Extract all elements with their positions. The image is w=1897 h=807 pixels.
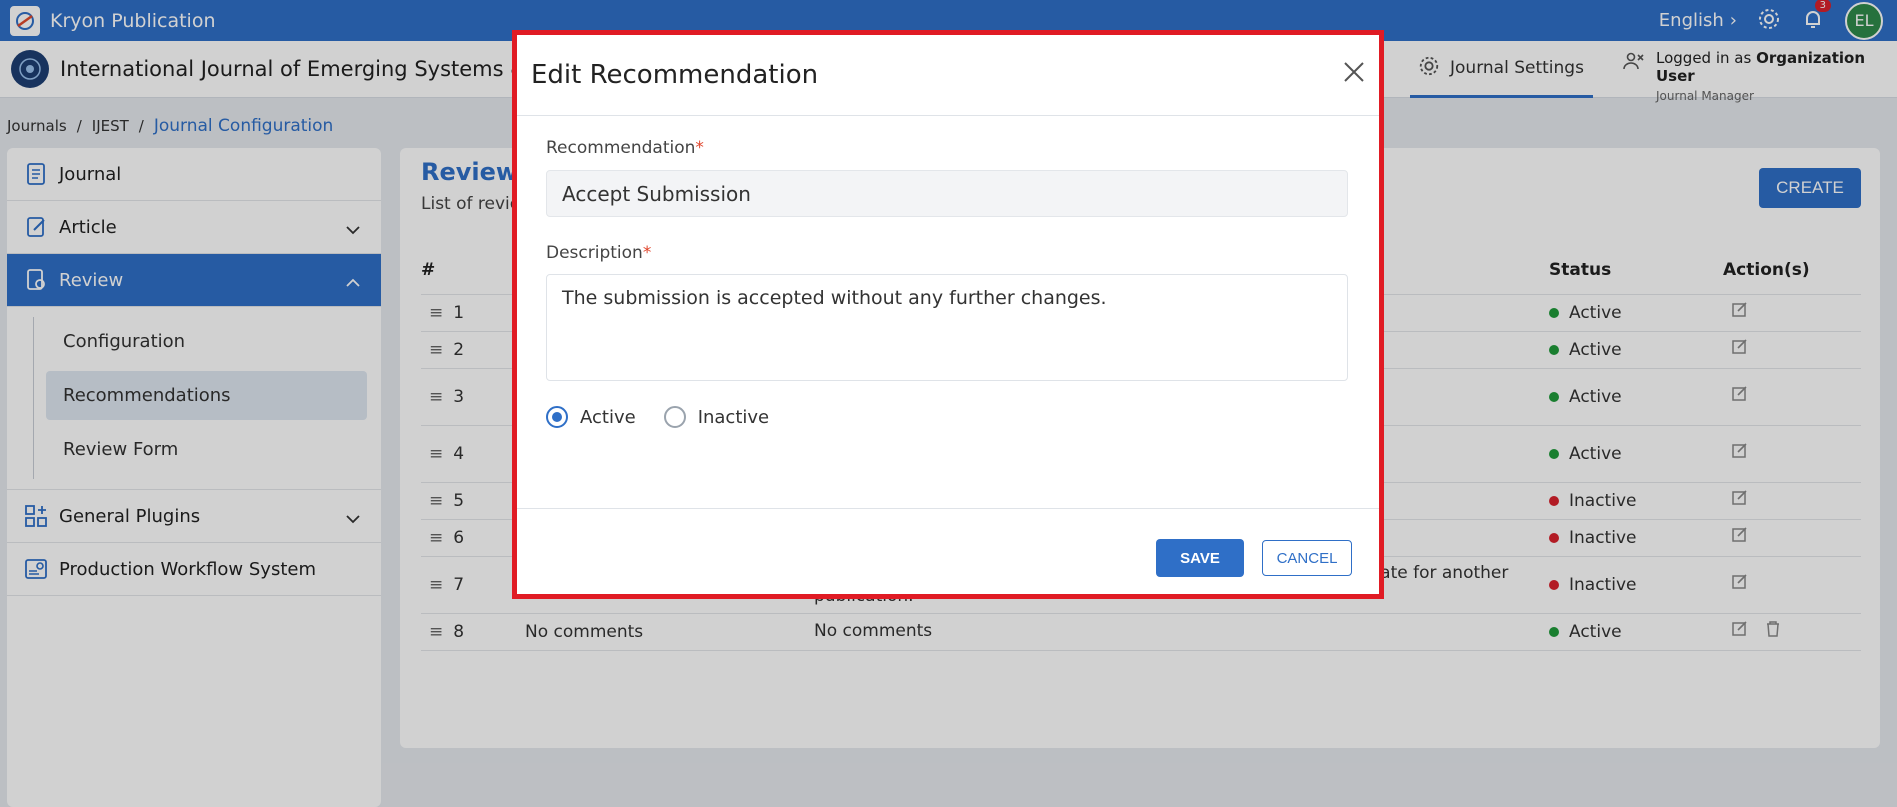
cancel-button[interactable]: CANCEL	[1262, 540, 1352, 576]
active-radio-label[interactable]: Active	[580, 407, 636, 428]
description-textarea[interactable]: The submission is accepted without any f…	[546, 274, 1348, 381]
edit-recommendation-modal: Edit Recommendation Recommendation* Acce…	[512, 30, 1384, 599]
required-mark: *	[695, 138, 704, 158]
modal-header: Edit Recommendation	[517, 35, 1379, 116]
inactive-radio[interactable]	[663, 406, 686, 428]
modal-footer: SAVE CANCEL	[517, 508, 1379, 594]
recommendation-input[interactable]: Accept Submission	[546, 170, 1348, 217]
inactive-radio-label[interactable]: Inactive	[698, 407, 769, 428]
close-icon[interactable]	[1339, 57, 1369, 87]
recommendation-label-text: Recommendation	[546, 138, 696, 158]
recommendation-label: Recommendation*	[546, 138, 704, 158]
active-radio[interactable]	[546, 406, 568, 428]
status-radio-group: Active Inactive	[546, 406, 769, 428]
description-label: Description*	[546, 243, 651, 263]
description-label-text: Description	[546, 243, 643, 263]
modal-title: Edit Recommendation	[531, 60, 819, 90]
required-mark: *	[642, 243, 652, 263]
save-button[interactable]: SAVE	[1156, 539, 1244, 577]
